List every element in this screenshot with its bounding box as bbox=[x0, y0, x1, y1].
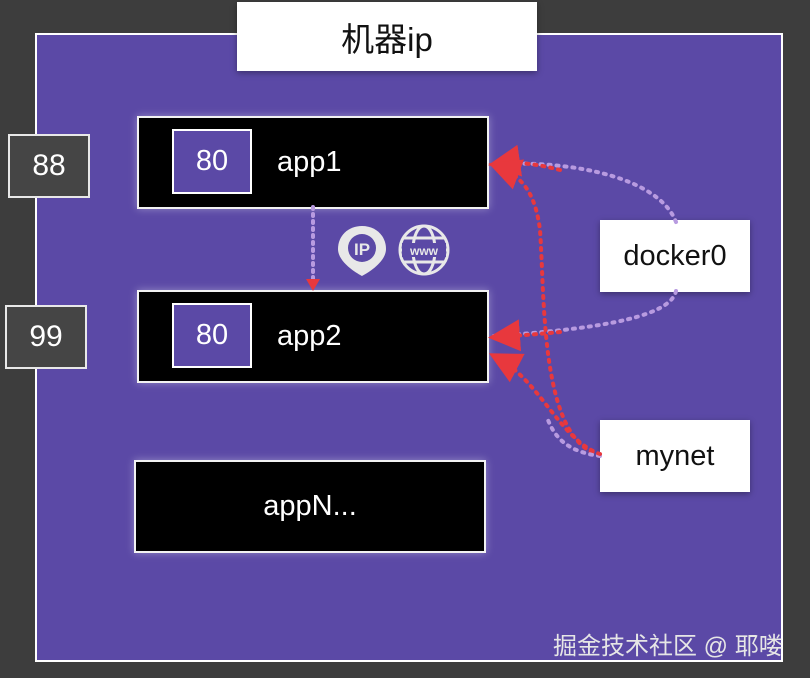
www-globe-icon: www bbox=[398, 224, 450, 276]
app1-to-app2-arrowhead bbox=[306, 279, 320, 291]
docker0-to-app2-link bbox=[492, 289, 678, 338]
watermark-text: 掘金技术社区 @ 耶喽 bbox=[553, 633, 783, 660]
ip-pin-icon: IP bbox=[338, 226, 386, 276]
svg-text:www: www bbox=[409, 244, 439, 258]
mynet-to-app1-link bbox=[488, 159, 602, 457]
mynet-to-app2-link bbox=[488, 353, 602, 456]
connection-overlay: IP www bbox=[306, 144, 678, 458]
docker0-to-app1-link bbox=[492, 161, 678, 224]
svg-text:IP: IP bbox=[354, 240, 370, 259]
